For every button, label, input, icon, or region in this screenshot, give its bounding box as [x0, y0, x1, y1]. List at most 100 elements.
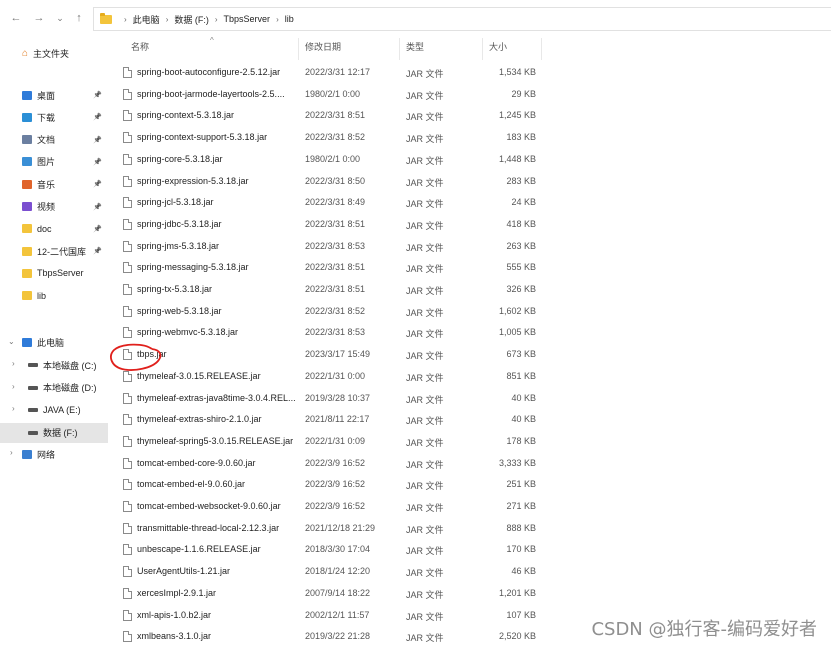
file-date: 2007/9/14 18:22	[305, 587, 371, 598]
column-divider[interactable]	[541, 38, 542, 60]
file-row[interactable]: thymeleaf-spring5-3.0.15.RELEASE.jar 2022…	[118, 431, 543, 453]
sidebar-item-文档[interactable]: 文档 📌	[0, 130, 108, 150]
file-row[interactable]: tbps.jar 2023/3/17 15:49 JAR 文件 673 KB	[118, 344, 543, 366]
file-row[interactable]: unbescape-1.1.6.RELEASE.jar 2018/3/30 17:…	[118, 539, 543, 561]
chevron-right-icon[interactable]: ›	[276, 15, 279, 24]
column-header-name[interactable]: 名称	[131, 40, 149, 53]
sidebar-item-下载[interactable]: 下载 📌	[0, 107, 108, 127]
pin-icon[interactable]: 📌	[93, 225, 102, 233]
sidebar-item-图片[interactable]: 图片 📌	[0, 152, 108, 172]
file-row[interactable]: spring-jcl-5.3.18.jar 2022/3/31 8:49 JAR 文…	[118, 192, 543, 214]
file-date: 2022/3/31 8:52	[305, 305, 366, 316]
sidebar-item-音乐[interactable]: 音乐 📌	[0, 174, 108, 194]
breadcrumb-lib[interactable]: lib	[285, 14, 294, 24]
drive-icon	[28, 430, 38, 435]
file-type: JAR 文件	[406, 611, 444, 622]
file-type: JAR 文件	[406, 372, 444, 383]
file-type: JAR 文件	[406, 503, 444, 513]
sidebar-item-桌面[interactable]: 桌面 📌	[0, 85, 108, 105]
sidebar-item-drive[interactable]: 本地磁盘 (C:)	[0, 355, 108, 375]
jar-file-icon	[123, 501, 132, 512]
sidebar-item-drive[interactable]: 本地磁盘 (D:)	[0, 378, 108, 398]
sidebar-item-12-二代国库[interactable]: 12-二代国库 📌	[0, 241, 108, 261]
file-size: 888 KB	[506, 522, 536, 533]
file-row[interactable]: spring-context-5.3.18.jar 2022/3/31 8:51 J…	[118, 105, 543, 127]
file-row[interactable]: spring-expression-5.3.18.jar 2022/3/31 8:…	[118, 171, 543, 193]
sidebar-item-this-pc[interactable]: 此电脑	[0, 332, 108, 352]
file-row[interactable]: spring-tx-5.3.18.jar 2022/3/31 8:51 JAR 文件…	[118, 279, 543, 301]
breadcrumb-this-pc[interactable]: 此电脑	[133, 13, 160, 26]
file-row[interactable]: spring-context-support-5.3.18.jar 2022/3/…	[118, 127, 543, 149]
recent-locations-chevron-icon[interactable]: ⌄	[53, 11, 67, 25]
file-row[interactable]: spring-messaging-5.3.18.jar 2022/3/31 8:5…	[118, 257, 543, 279]
file-row[interactable]: xercesImpl-2.9.1.jar 2007/9/14 18:22 JAR 文…	[118, 583, 543, 605]
file-row[interactable]: tomcat-embed-el-9.0.60.jar 2022/3/9 16:52…	[118, 474, 543, 496]
file-type: JAR 文件	[406, 286, 444, 296]
back-arrow-icon[interactable]: ←	[9, 11, 23, 25]
column-divider[interactable]	[482, 38, 483, 60]
pin-icon[interactable]: 📌	[93, 247, 102, 255]
sidebar-item-label: 数据 (F:)	[43, 428, 78, 438]
address-bar[interactable]: › 此电脑 › 数据 (F:) › TbpsServer › lib	[93, 7, 831, 31]
chevron-right-icon[interactable]: ›	[124, 15, 127, 24]
file-date: 2022/3/31 8:50	[305, 175, 366, 186]
file-row[interactable]: spring-jdbc-5.3.18.jar 2022/3/31 8:51 JAR …	[118, 214, 543, 236]
sidebar-item-doc[interactable]: doc 📌	[0, 219, 108, 239]
file-name: thymeleaf-extras-java8time-3.0.4.REL...	[137, 392, 296, 403]
pin-icon[interactable]: 📌	[93, 136, 102, 144]
file-row[interactable]: spring-jms-5.3.18.jar 2022/3/31 8:53 JAR 文…	[118, 236, 543, 258]
column-header-size[interactable]: 大小	[489, 40, 507, 53]
sidebar-item-drive[interactable]: JAVA (E:)	[0, 400, 108, 420]
file-row[interactable]: transmittable-thread-local-2.12.3.jar 202…	[118, 518, 543, 540]
sidebar-item-drive[interactable]: 数据 (F:)	[0, 422, 108, 443]
file-type: JAR 文件	[406, 633, 444, 644]
file-row[interactable]: tomcat-embed-core-9.0.60.jar 2022/3/9 16:…	[118, 453, 543, 475]
chevron-right-icon[interactable]: ›	[215, 15, 218, 24]
desktop-icon	[22, 90, 32, 100]
file-row[interactable]: UserAgentUtils-1.21.jar 2018/1/24 12:20 JA…	[118, 561, 543, 583]
pin-icon[interactable]: 📌	[93, 113, 102, 121]
file-size: 24 KB	[511, 197, 536, 208]
jar-file-icon	[123, 522, 132, 534]
file-size: 673 KB	[506, 349, 536, 360]
file-size: 1,201 KB	[498, 587, 536, 598]
breadcrumb-drive[interactable]: 数据 (F:)	[174, 13, 209, 26]
pin-icon[interactable]: 📌	[93, 91, 102, 99]
forward-arrow-icon[interactable]: →	[32, 11, 46, 25]
pin-icon[interactable]: 📌	[93, 203, 102, 211]
file-row[interactable]: xml-apis-1.0.b2.jar 2002/12/1 11:57 JAR 文件…	[118, 605, 543, 627]
pin-icon[interactable]: 📌	[93, 158, 102, 166]
column-header-date[interactable]: 修改日期	[305, 40, 341, 53]
file-row[interactable]: spring-boot-jarmode-layertools-2.5.... 19…	[118, 84, 543, 106]
file-row[interactable]: xmlbeans-3.1.0.jar 2019/3/22 21:28 JAR 文件 2…	[118, 626, 543, 646]
sidebar-item-network[interactable]: 网络	[0, 444, 108, 464]
file-row[interactable]: thymeleaf-3.0.15.RELEASE.jar 2022/1/31 0:…	[118, 366, 543, 388]
sidebar-item-tbpsserver[interactable]: TbpsServer	[0, 263, 108, 283]
videos-icon	[22, 202, 32, 211]
file-row[interactable]: spring-web-5.3.18.jar 2022/3/31 8:52 JAR 文…	[118, 301, 543, 323]
up-arrow-icon[interactable]: ↑	[72, 11, 86, 25]
file-size: 40 KB	[511, 392, 536, 403]
file-row[interactable]: tomcat-embed-websocket-9.0.60.jar 2022/3/…	[118, 496, 543, 518]
file-row[interactable]: thymeleaf-extras-shiro-2.1.0.jar 2021/8/1…	[118, 409, 543, 431]
file-row[interactable]: thymeleaf-extras-java8time-3.0.4.REL... 2…	[118, 388, 543, 410]
sidebar-item-视频[interactable]: 视频 📌	[0, 197, 108, 217]
folder-icon	[22, 246, 32, 256]
jar-file-icon	[123, 587, 132, 599]
sidebar-item-home[interactable]: ⌂ 主文件夹	[0, 43, 108, 63]
sidebar-item-label: 桌面	[37, 90, 56, 101]
file-row[interactable]: spring-boot-autoconfigure-2.5.12.jar 2022…	[118, 62, 543, 84]
file-date: 2022/3/31 8:51	[305, 218, 366, 229]
chevron-right-icon[interactable]: ›	[166, 15, 169, 24]
sidebar-item-lib[interactable]: lib	[0, 286, 108, 306]
file-name: UserAgentUtils-1.21.jar	[137, 566, 231, 577]
column-divider[interactable]	[298, 38, 299, 60]
sidebar-item-label: TbpsServer	[37, 268, 84, 279]
pin-icon[interactable]: 📌	[93, 180, 102, 188]
file-type: JAR 文件	[406, 416, 444, 427]
file-row[interactable]: spring-webmvc-5.3.18.jar 2022/3/31 8:53 JA…	[118, 322, 543, 344]
column-header-type[interactable]: 类型	[406, 40, 424, 53]
breadcrumb-tbpsserver[interactable]: TbpsServer	[224, 14, 271, 24]
column-divider[interactable]	[399, 38, 400, 60]
file-row[interactable]: spring-core-5.3.18.jar 1980/2/1 0:00 JAR 文…	[118, 149, 543, 171]
